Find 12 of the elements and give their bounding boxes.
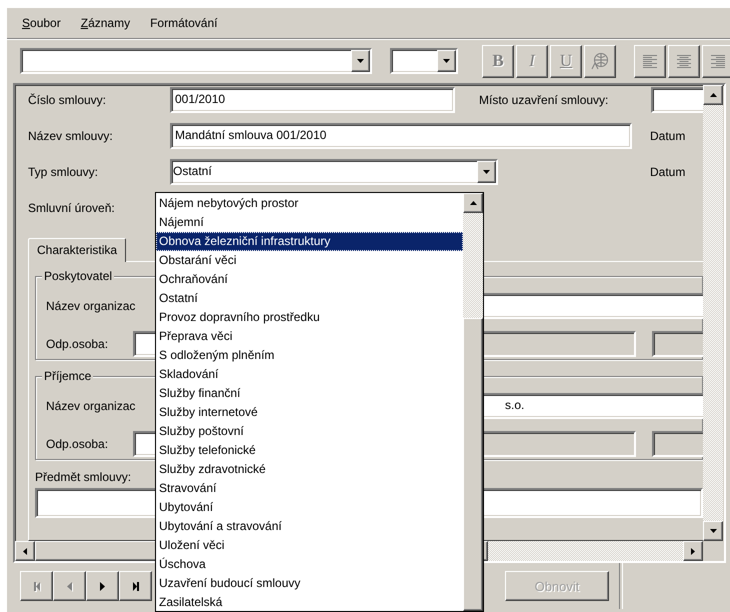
field-label: Místo uzavření smlouvy: [479,93,610,107]
field-label: Typ smlouvy: [28,165,100,179]
field-label: Předmět smlouvy: [35,470,132,484]
field-label: Datum [650,129,686,143]
group-title: Poskytovatel [42,269,114,283]
field-label: Název smlouvy: [28,129,114,143]
field-label: Název organizac [46,299,136,313]
field-label: Datum [650,165,686,179]
field-label: Odp.osoba: [46,437,110,451]
group-title: Příjemce [42,369,94,383]
field-label: Číslo smlouvy: [28,93,108,107]
field-label: Odp.osoba: [46,337,110,351]
